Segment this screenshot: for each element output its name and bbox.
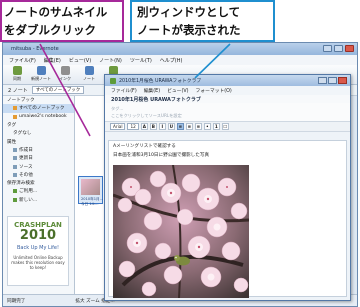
- maximize-button[interactable]: [334, 45, 343, 52]
- main-title-bar: mitsuba - Evernote: [3, 43, 357, 55]
- ink-icon: [60, 66, 70, 75]
- other-icon: [13, 172, 17, 177]
- minimize-button[interactable]: [323, 45, 332, 52]
- thumbnail-photo: [81, 179, 100, 195]
- cherry-blossom-photo-image: [113, 165, 249, 298]
- callout-right-line-1: 別ウィンドウとして: [137, 5, 241, 19]
- note-window-title: 2010年1月桜色 URAWAフォトクラブ: [119, 79, 202, 84]
- note-minimize-button[interactable]: [318, 77, 327, 84]
- search-icon: [13, 197, 17, 202]
- new-note-icon: [36, 66, 46, 75]
- italic-button[interactable]: I: [158, 123, 166, 130]
- main-menu-bar: ファイル(F) 編集(E) ビュー(V) ノート(N) ツール(T) ヘルプ(H…: [3, 55, 357, 65]
- note-title[interactable]: 2010年1月桜色 URAWAフォトクラブ: [105, 95, 350, 103]
- note-menu-bar: ファイル(F) 編集(E) ビュー(V) フォーマット(O): [105, 86, 350, 95]
- align-center-button[interactable]: ≡: [185, 123, 193, 130]
- format-toolbar: Arial 12 A B I U ≡ ≡ ≡ • 1 ☐: [105, 121, 350, 132]
- note-close-button[interactable]: [338, 77, 347, 84]
- ad-year: 2010: [19, 228, 57, 243]
- note-icon: [84, 66, 94, 75]
- calendar-icon: [13, 147, 17, 152]
- bullet-list-button[interactable]: •: [203, 123, 211, 130]
- sidebar-header-saved-searches[interactable]: 保存済み検索: [3, 179, 74, 187]
- note-menu-edit[interactable]: 編集(E): [144, 87, 160, 94]
- align-left-button[interactable]: ≡: [176, 123, 184, 130]
- callout-left-line-1: ノートのサムネイル: [4, 5, 108, 19]
- sidebar-item-saved-1[interactable]: ご利用...: [3, 187, 74, 195]
- note-menu-file[interactable]: ファイル(F): [111, 87, 137, 94]
- note-thumbnail[interactable]: 2010年1月... 今日 14:...: [78, 176, 103, 206]
- checkbox-button[interactable]: ☐: [221, 123, 229, 130]
- note-body-line-1: Aメーリングリストで確認する: [113, 144, 176, 149]
- thumbnail-date: 今日 14:...: [81, 202, 99, 206]
- ink-note-button[interactable]: インク: [55, 66, 75, 82]
- sidebar-item-other[interactable]: その他: [3, 171, 74, 179]
- sync-icon: [12, 66, 22, 75]
- note-button[interactable]: ノート: [79, 66, 99, 82]
- menu-note[interactable]: ノート(N): [99, 57, 122, 64]
- status-left: 同期完了: [7, 298, 26, 304]
- menu-tools[interactable]: ツール(T): [130, 57, 152, 64]
- menu-view[interactable]: ビュー(V): [69, 57, 91, 64]
- note-window-title-bar: 2010年1月桜色 URAWAフォトクラブ: [105, 75, 350, 86]
- sidebar-item-no-tag[interactable]: タグなし: [3, 129, 74, 137]
- sidebar-item-all-notebooks[interactable]: すべてのノートブック: [3, 104, 74, 113]
- note-menu-format[interactable]: フォーマット(O): [196, 87, 232, 94]
- sidebar-header-tags[interactable]: タグ: [3, 121, 74, 129]
- note-menu-view[interactable]: ビュー(V): [167, 87, 188, 94]
- callout-left-line-2: をダブルクリック: [4, 23, 96, 37]
- evernote-logo-icon: [110, 77, 116, 84]
- calendar-icon: [13, 156, 17, 161]
- close-button[interactable]: [345, 45, 354, 52]
- note-body[interactable]: Aメーリングリストで確認する 日本画を浦和3月10日に野公園で撮影した写真: [108, 140, 347, 298]
- sidebar-item-source[interactable]: ソース: [3, 162, 74, 170]
- sidebar-item-updated[interactable]: 更新日: [3, 154, 74, 162]
- align-right-button[interactable]: ≡: [194, 123, 202, 130]
- main-window-controls: [323, 45, 354, 52]
- numbered-list-button[interactable]: 1: [212, 123, 220, 130]
- tags-field[interactable]: タグ...: [111, 105, 344, 112]
- sidebar-item-user-notebook[interactable]: umaiwe2's notebook: [3, 113, 74, 121]
- note-window: 2010年1月桜色 URAWAフォトクラブ ファイル(F) 編集(E) ビュー(…: [104, 74, 351, 301]
- notes-count: 2 ノート: [8, 87, 28, 94]
- search-icon: [13, 189, 17, 194]
- sidebar-advertisement[interactable]: CRASHPLAN 2010 Back Up My Life! Unlimite…: [7, 216, 69, 286]
- new-note-button[interactable]: 新規ノート: [31, 66, 51, 82]
- note-maximize-button[interactable]: [328, 77, 337, 84]
- callout-right-line-2: ノートが表示された: [137, 23, 241, 37]
- callout-note-opened: 別ウィンドウとして ノートが表示された: [130, 0, 275, 42]
- callout-double-click-thumbnail: ノートのサムネイル をダブルクリック: [0, 0, 124, 42]
- main-window-title: mitsuba - Evernote: [11, 46, 59, 52]
- font-size-select[interactable]: 12: [127, 123, 139, 130]
- sidebar: ノートブック すべてのノートブック umaiwe2's notebook タグ …: [3, 96, 75, 294]
- note-fields: タグ... ここをクリックしてソースURLを設定: [105, 103, 350, 121]
- menu-edit[interactable]: 編集(E): [44, 57, 61, 64]
- menu-file[interactable]: ファイル(F): [9, 57, 36, 64]
- sidebar-item-saved-2[interactable]: 新しい...: [3, 196, 74, 204]
- notebook-filter-select[interactable]: すべてのノートブック: [31, 86, 85, 94]
- note-body-line-2: 日本画を浦和3月10日に野公園で撮影した写真: [113, 153, 210, 158]
- notebook-icon: [13, 114, 17, 119]
- note-thumbnail-list: 2010年1月... 今日 14:...: [75, 96, 107, 294]
- note-window-controls: [318, 77, 347, 84]
- source-url-field[interactable]: ここをクリックしてソースURLを設定: [111, 112, 344, 119]
- notebook-icon: [13, 106, 17, 111]
- ad-fineprint: Unlimited Online Backup makes this resol…: [11, 255, 65, 270]
- sidebar-item-created[interactable]: 作成日: [3, 146, 74, 154]
- sidebar-header-attributes[interactable]: 属性: [3, 137, 74, 145]
- ad-tagline: Back Up My Life!: [16, 245, 60, 251]
- bold-button[interactable]: B: [149, 123, 157, 130]
- sync-button[interactable]: 同期: [7, 66, 27, 82]
- underline-button[interactable]: U: [167, 123, 175, 130]
- source-icon: [13, 164, 17, 169]
- cherry-blossom-photo: [113, 165, 249, 298]
- text-color-button[interactable]: A: [140, 123, 148, 130]
- menu-help[interactable]: ヘルプ(H): [160, 57, 183, 64]
- sidebar-header-notebooks[interactable]: ノートブック: [3, 96, 74, 104]
- font-select[interactable]: Arial: [110, 123, 126, 130]
